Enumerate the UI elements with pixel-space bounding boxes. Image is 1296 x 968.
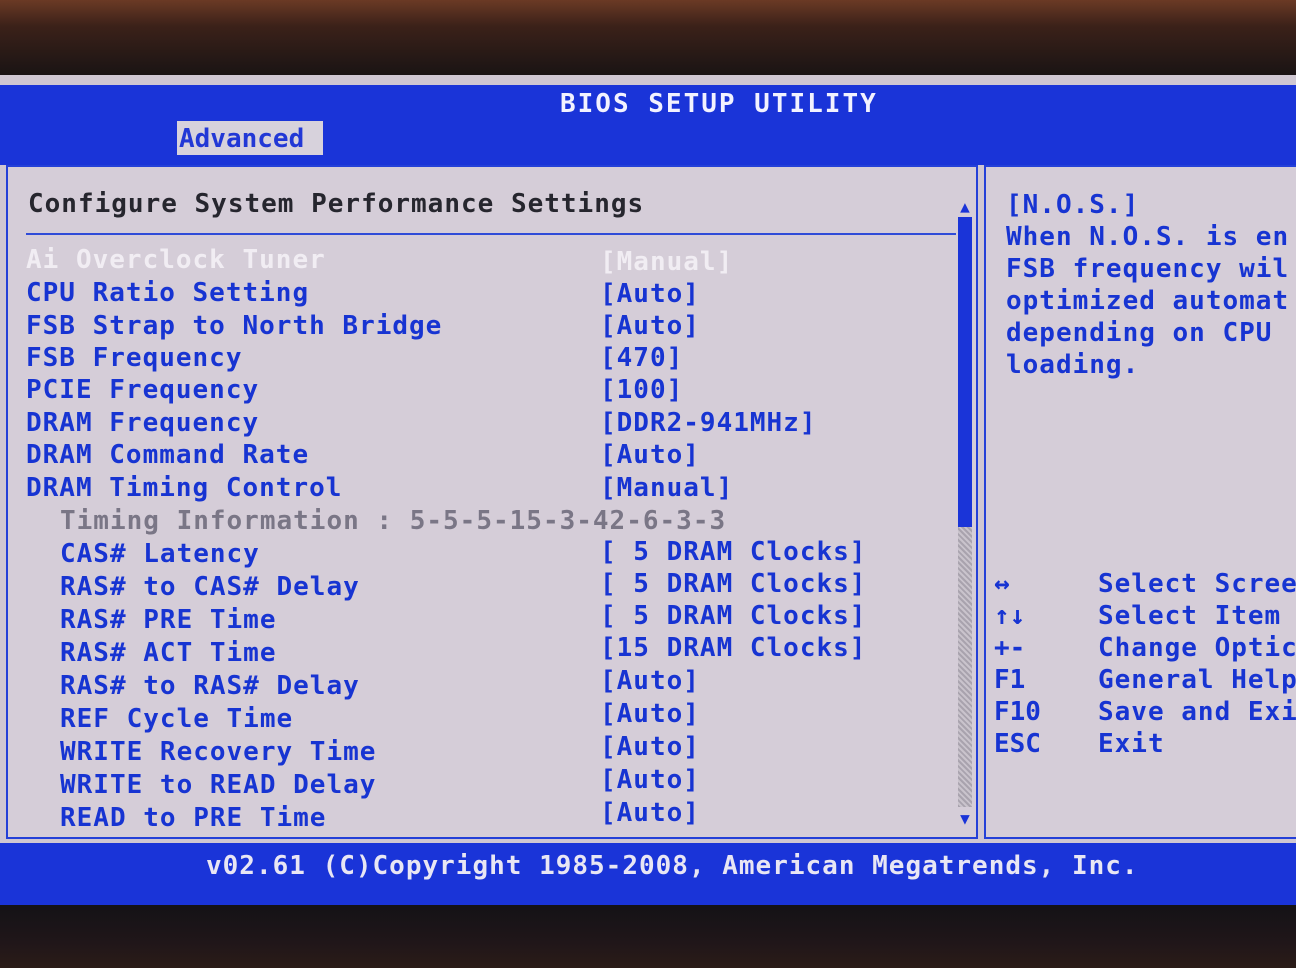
setting-label-cpu-ratio[interactable]: CPU Ratio Setting bbox=[26, 278, 309, 308]
key-description: Select Scree bbox=[1098, 569, 1296, 599]
setting-value-write-recovery-time[interactable]: [Auto] bbox=[600, 732, 700, 762]
setting-label-ai-overclock-tuner[interactable]: Ai Overclock Tuner bbox=[26, 245, 326, 275]
setting-label-pcie-frequency[interactable]: PCIE Frequency bbox=[26, 375, 259, 405]
scrollbar[interactable]: ▲ ▼ bbox=[956, 197, 974, 828]
help-line: When N.O.S. is en bbox=[1006, 222, 1290, 252]
window-title: BIOS SETUP UTILITY bbox=[560, 89, 878, 119]
help-line: FSB frequency wil bbox=[1006, 254, 1290, 284]
setting-value-dram-timing-control[interactable]: [Manual] bbox=[600, 473, 733, 503]
setting-value-ras-to-ras-delay[interactable]: [Auto] bbox=[600, 666, 700, 696]
monitor-bezel-top bbox=[0, 0, 1296, 75]
setting-label-ref-cycle-time[interactable]: REF Cycle Time bbox=[60, 704, 293, 734]
setting-value-read-to-pre-time[interactable]: [Auto] bbox=[600, 798, 700, 828]
setting-label-fsb-strap[interactable]: FSB Strap to North Bridge bbox=[26, 311, 442, 341]
setting-value-ai-overclock-tuner[interactable]: [Manual] bbox=[600, 247, 733, 277]
setting-label-ras-to-cas-delay[interactable]: RAS# to CAS# Delay bbox=[60, 572, 360, 602]
setting-label-fsb-frequency[interactable]: FSB Frequency bbox=[26, 343, 243, 373]
key-f10: F10 bbox=[994, 697, 1041, 727]
bios-screen: BIOS SETUP UTILITY Advanced Configure Sy… bbox=[0, 75, 1296, 905]
key-help-select-screen: ↔ Select Scree bbox=[994, 569, 1296, 599]
left-right-arrows-icon: ↔ bbox=[994, 569, 1010, 599]
setting-label-ras-to-ras-delay[interactable]: RAS# to RAS# Delay bbox=[60, 671, 360, 701]
setting-value-ras-to-cas-delay[interactable]: [ 5 DRAM Clocks] bbox=[600, 569, 866, 599]
setting-label-dram-frequency[interactable]: DRAM Frequency bbox=[26, 408, 259, 438]
help-line: optimized automat bbox=[1006, 286, 1290, 316]
setting-label-cas-latency[interactable]: CAS# Latency bbox=[60, 539, 260, 569]
setting-label-dram-timing-control[interactable]: DRAM Timing Control bbox=[26, 473, 342, 503]
key-help-save-exit: F10 Save and Exi bbox=[994, 697, 1296, 727]
settings-panel: Configure System Performance Settings Ai… bbox=[6, 165, 978, 839]
key-description: Select Item bbox=[1098, 601, 1282, 631]
setting-label-ras-act-time[interactable]: RAS# ACT Time bbox=[60, 638, 277, 668]
copyright-text: v02.61 (C)Copyright 1985-2008, American … bbox=[206, 851, 1139, 881]
divider bbox=[26, 233, 956, 235]
setting-value-cpu-ratio[interactable]: [Auto] bbox=[600, 279, 700, 309]
help-panel: [N.O.S.] When N.O.S. is en FSB frequency… bbox=[984, 165, 1296, 839]
key-help-exit: ESC Exit bbox=[994, 729, 1165, 759]
help-line: depending on CPU bbox=[1006, 318, 1273, 348]
setting-value-fsb-frequency[interactable]: [470] bbox=[600, 343, 683, 373]
setting-label-read-to-pre-time[interactable]: READ to PRE Time bbox=[60, 803, 326, 833]
key-help-select-item: ↑↓ Select Item bbox=[994, 601, 1281, 631]
setting-label-dram-command-rate[interactable]: DRAM Command Rate bbox=[26, 440, 309, 470]
help-description: [N.O.S.] When N.O.S. is en FSB frequency… bbox=[1006, 189, 1289, 381]
tab-advanced[interactable]: Advanced bbox=[177, 121, 323, 155]
scroll-down-arrow-icon[interactable]: ▼ bbox=[956, 809, 974, 828]
setting-value-cas-latency[interactable]: [ 5 DRAM Clocks] bbox=[600, 537, 866, 567]
setting-value-ras-act-time[interactable]: [15 DRAM Clocks] bbox=[600, 633, 866, 663]
key-f1: F1 bbox=[994, 665, 1026, 695]
setting-value-ras-pre-time[interactable]: [ 5 DRAM Clocks] bbox=[600, 601, 866, 631]
up-down-arrows-icon: ↑↓ bbox=[994, 601, 1026, 631]
timing-information: Timing Information : 5-5-5-15-3-42-6-3-3 bbox=[60, 506, 727, 536]
scroll-thumb[interactable] bbox=[958, 217, 972, 527]
setting-value-pcie-frequency[interactable]: [100] bbox=[600, 375, 683, 405]
key-help-general-help: F1 General Help bbox=[994, 665, 1296, 695]
key-description: Exit bbox=[1098, 729, 1165, 759]
page-title: Configure System Performance Settings bbox=[28, 189, 645, 219]
setting-label-ras-pre-time[interactable]: RAS# PRE Time bbox=[60, 605, 277, 635]
title-bar: BIOS SETUP UTILITY Advanced bbox=[0, 85, 1296, 165]
key-description: General Help bbox=[1098, 665, 1296, 695]
key-description: Save and Exi bbox=[1098, 697, 1296, 727]
help-line: [N.O.S.] bbox=[1006, 190, 1140, 220]
key-description: Change Optic bbox=[1098, 633, 1296, 663]
key-help-change-option: +- Change Optic bbox=[994, 633, 1296, 663]
setting-value-dram-command-rate[interactable]: [Auto] bbox=[600, 440, 700, 470]
setting-label-write-recovery-time[interactable]: WRITE Recovery Time bbox=[60, 737, 376, 767]
plus-minus-icon: +- bbox=[994, 633, 1026, 663]
status-bar: v02.61 (C)Copyright 1985-2008, American … bbox=[0, 843, 1296, 905]
help-line: loading. bbox=[1006, 350, 1140, 380]
setting-label-write-to-read-delay[interactable]: WRITE to READ Delay bbox=[60, 770, 376, 800]
setting-value-dram-frequency[interactable]: [DDR2-941MHz] bbox=[600, 408, 817, 438]
monitor-bezel-bottom bbox=[0, 905, 1296, 968]
setting-value-ref-cycle-time[interactable]: [Auto] bbox=[600, 699, 700, 729]
setting-value-write-to-read-delay[interactable]: [Auto] bbox=[600, 765, 700, 795]
setting-value-fsb-strap[interactable]: [Auto] bbox=[600, 311, 700, 341]
key-esc: ESC bbox=[994, 729, 1041, 759]
scroll-up-arrow-icon[interactable]: ▲ bbox=[956, 197, 974, 216]
